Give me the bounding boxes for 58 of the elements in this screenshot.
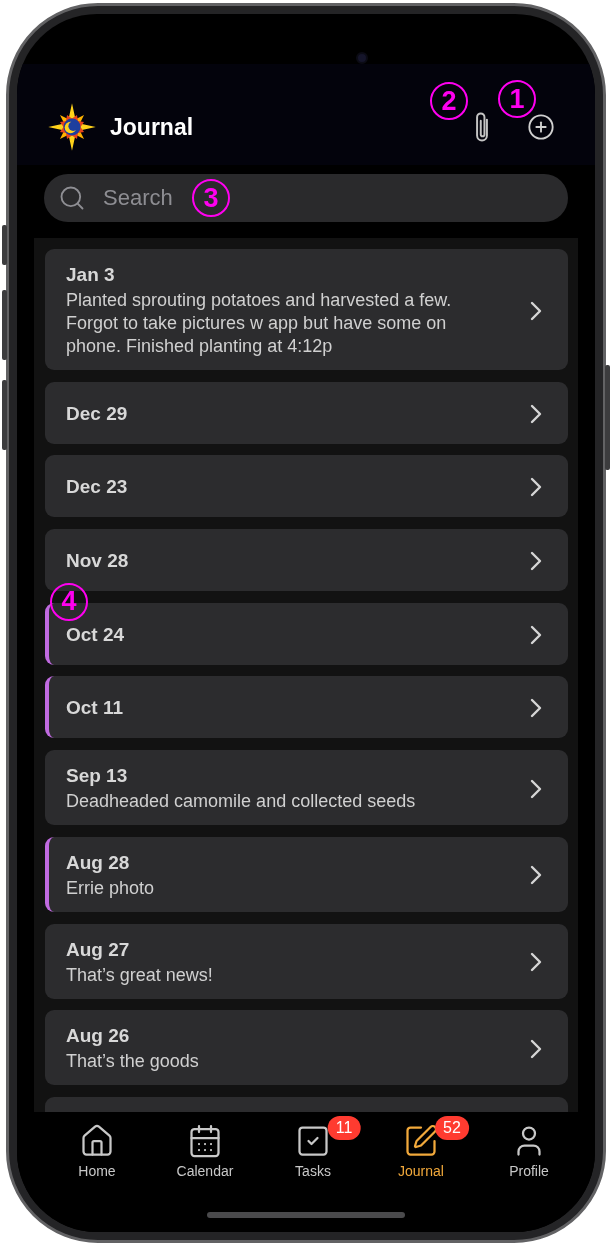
entry-preview: Errie photo xyxy=(66,876,155,900)
entry-preview: That’s the goods xyxy=(66,1050,199,1074)
house-icon xyxy=(79,1123,115,1159)
pencil-square-icon xyxy=(403,1123,439,1159)
chevron-right-icon xyxy=(530,624,542,645)
phone-side-button[interactable] xyxy=(2,225,7,265)
search-icon xyxy=(58,184,86,212)
entry-date: Oct 24 xyxy=(66,622,125,647)
entry-date: Aug 26 xyxy=(66,1024,130,1049)
chevron-right-icon xyxy=(530,300,542,321)
entry-date: Jan 3 xyxy=(66,263,115,287)
journal-entry-card[interactable]: Dec 23 xyxy=(45,455,568,518)
entry-date: Nov 28 xyxy=(66,549,129,574)
chevron-right-icon xyxy=(530,477,542,498)
page-title: Journal xyxy=(110,113,194,142)
step-callout: 2 xyxy=(430,82,468,120)
tab[interactable]: Profile xyxy=(509,1123,549,1180)
sun-moon-logo-icon xyxy=(48,103,96,151)
entry-date: Aug 28 xyxy=(66,850,130,875)
journal-entry-card[interactable]: Aug 26 That’s the goods xyxy=(45,1010,568,1086)
chevron-right-icon xyxy=(530,1038,542,1059)
entry-date: Dec 29 xyxy=(66,401,128,426)
journal-entry-card[interactable]: Aug 27 That’s great news! xyxy=(45,923,568,999)
phone-side-button[interactable] xyxy=(2,290,7,360)
journal-entry-card[interactable]: Dec 29 xyxy=(45,381,568,444)
chevron-right-icon xyxy=(530,865,542,886)
entry-date: Aug 27 xyxy=(66,937,130,962)
step-callout: 3 xyxy=(192,179,230,217)
journal-entry-card[interactable]: Jan 3 Planted sprouting potatoes and harvested a few. Forgot to take pictures w app but have some on phone. Finished planting at 4:12p xyxy=(45,249,568,370)
phone-side-button[interactable] xyxy=(2,380,7,450)
entry-date: Dec 23 xyxy=(66,475,128,500)
journal-entry-card[interactable]: Oct 11 xyxy=(45,676,568,739)
tab[interactable]: Home xyxy=(78,1123,116,1180)
journal-entry-card[interactable]: Nov 28 xyxy=(45,529,568,592)
paperclip-icon xyxy=(475,112,489,142)
entry-preview: Deadheaded camomile and collected seeds xyxy=(66,790,416,814)
chevron-right-icon xyxy=(530,403,542,424)
phone-side-button[interactable] xyxy=(605,365,610,470)
checked-square-icon xyxy=(295,1123,331,1159)
entry-preview: That’s great news! xyxy=(66,963,213,987)
step-callout: 1 xyxy=(498,80,536,118)
journal-entry-card[interactable]: Sep 13 Deadheaded camomile and collected seeds xyxy=(45,750,568,826)
chevron-right-icon xyxy=(530,698,542,719)
search-input[interactable]: Search xyxy=(103,183,193,213)
chevron-right-icon xyxy=(530,952,542,972)
tab[interactable]: Calendar xyxy=(176,1123,234,1180)
count-badge: 52 xyxy=(435,1116,469,1140)
entry-date: Sep 13 xyxy=(66,764,128,789)
plus-circle-icon xyxy=(527,113,555,141)
calendar-icon xyxy=(187,1123,223,1159)
entry-date: Oct 11 xyxy=(66,696,124,721)
entry-preview: Planted sprouting potatoes and harvested a few. Forgot to take pictures w app but have some on phone. Finished planting at 4:12p xyxy=(66,289,453,358)
journal-entry-card[interactable]: Aug 28 Errie photo xyxy=(45,836,568,912)
chevron-right-icon xyxy=(530,778,542,799)
add-button[interactable] xyxy=(527,113,555,141)
step-callout: 4 xyxy=(50,582,88,621)
count-badge: 11 xyxy=(327,1116,361,1140)
chevron-right-icon xyxy=(530,551,542,572)
